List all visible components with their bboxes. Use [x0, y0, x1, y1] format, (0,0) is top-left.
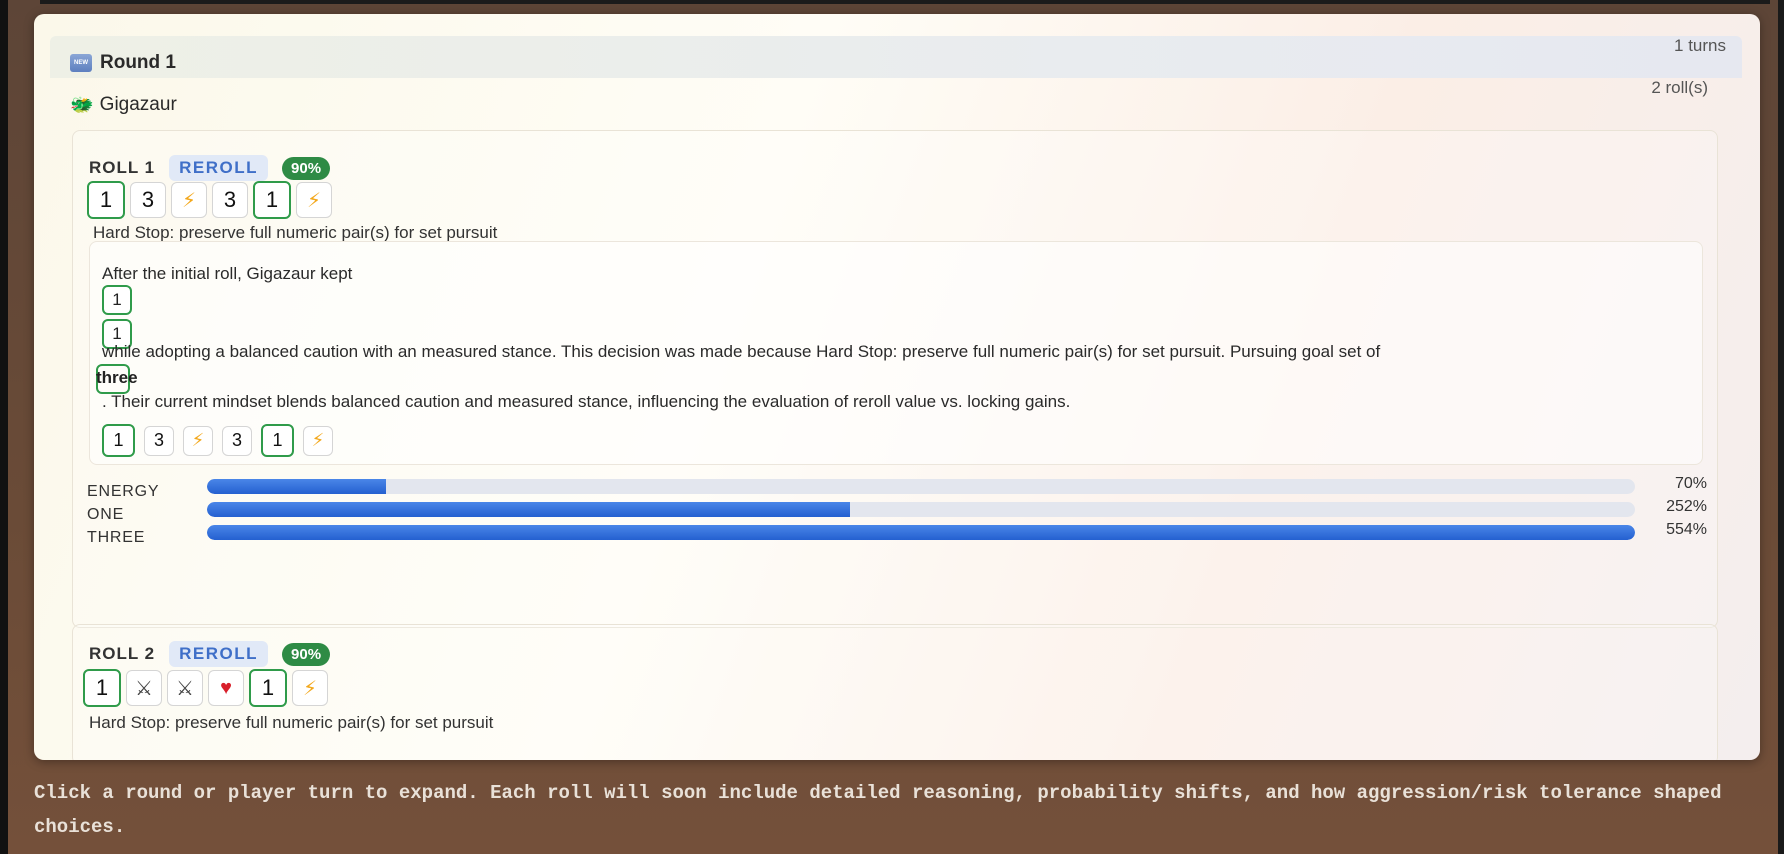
action-badge: REROLL: [169, 155, 269, 181]
die-kept: 1: [261, 424, 294, 457]
round-header[interactable]: [50, 36, 1742, 78]
energy-icon: ⚡: [171, 182, 207, 218]
round-panel: NEW Round 1 1 turns 🐲 Gigazaur 2 roll(s)…: [34, 14, 1760, 760]
kept-die: 1: [102, 285, 132, 315]
rolls-count: 2 roll(s): [1651, 78, 1708, 97]
roll-reason: Hard Stop: preserve full numeric pair(s)…: [93, 223, 498, 242]
round-title-label: Round 1: [100, 52, 176, 73]
dice-row: 1 3 ⚡ 3 1 ⚡: [87, 181, 332, 219]
die: 3: [130, 182, 166, 218]
energy-icon: ⚡: [296, 182, 332, 218]
die-kept: 1: [249, 669, 287, 707]
probability-fill: [207, 502, 850, 517]
dragon-icon: 🐲: [70, 94, 94, 116]
new-badge-icon: NEW: [70, 54, 92, 72]
roll-label: ROLL 1: [89, 158, 156, 177]
die-kept: 1: [102, 424, 135, 457]
energy-icon: ⚡: [183, 425, 213, 456]
probability-row: THREE 554%: [87, 521, 1707, 548]
window-frame-right: [1778, 0, 1784, 854]
probability-value: 70%: [1674, 475, 1707, 492]
roll-reason: Hard Stop: preserve full numeric pair(s)…: [89, 713, 494, 732]
probability-fill: [207, 525, 1635, 540]
player-turn-header[interactable]: 🐲 Gigazaur: [70, 94, 177, 116]
probability-fill: [207, 479, 386, 494]
explanation-dice-row: 1 3 ⚡ 3 1 ⚡: [102, 424, 333, 457]
roll-header: ROLL 1 REROLL 90%: [89, 155, 331, 181]
roll-card[interactable]: ROLL 1 REROLL 90% 1 3 ⚡ 3 1 ⚡ Hard Stop:…: [72, 130, 1718, 628]
explanation-conclusion: . Their current mindset blends balanced …: [102, 392, 1071, 411]
confidence-badge: 90%: [282, 156, 331, 180]
roll-header: ROLL 2 REROLL 90%: [89, 641, 331, 667]
dice-row: 1 ⚔ ⚔ ♥ 1 ⚡: [83, 669, 328, 707]
energy-icon: ⚡: [292, 670, 328, 706]
probability-bars: ENERGY 70% ONE 252% THREE 554%: [87, 475, 1707, 548]
die-kept: 1: [83, 669, 121, 707]
explanation-intro: After the initial roll, Gigazaur kept: [102, 264, 353, 283]
heart-icon: ♥: [208, 670, 244, 706]
roll-label: ROLL 2: [89, 644, 156, 663]
probability-value: 252%: [1666, 498, 1707, 515]
probability-label: ENERGY: [87, 483, 160, 500]
probability-track: [207, 525, 1635, 540]
die: 3: [144, 425, 174, 456]
probability-track: [207, 479, 1635, 494]
die: 3: [222, 425, 252, 456]
energy-icon: ⚡: [303, 425, 333, 456]
top-divider: [40, 0, 1770, 4]
roll-card[interactable]: ROLL 2 REROLL 90% 1 ⚔ ⚔ ♥ 1 ⚡ Hard Stop:…: [72, 624, 1718, 760]
probability-row: ONE 252%: [87, 498, 1707, 525]
die-kept: 1: [253, 181, 291, 219]
player-name: Gigazaur: [99, 94, 177, 115]
window-frame-left: [0, 0, 8, 854]
goal-value: three: [96, 368, 138, 387]
probability-label: ONE: [87, 506, 125, 523]
help-text: Click a round or player turn to expand. …: [34, 782, 1722, 838]
probability-track: [207, 502, 1635, 517]
probability-value: 554%: [1666, 521, 1707, 538]
swords-icon: ⚔: [126, 670, 162, 706]
probability-label: THREE: [87, 529, 146, 546]
action-badge: REROLL: [169, 641, 269, 667]
die-kept: 1: [87, 181, 125, 219]
swords-icon: ⚔: [167, 670, 203, 706]
confidence-badge: 90%: [282, 642, 331, 666]
roll-explanation: After the initial roll, Gigazaur kept 1 …: [89, 241, 1703, 465]
turns-count: 1 turns: [1674, 36, 1726, 55]
round-title[interactable]: NEW Round 1: [70, 52, 176, 74]
explanation-body: while adopting a balanced caution with a…: [102, 342, 1381, 361]
die: 3: [212, 182, 248, 218]
probability-row: ENERGY 70%: [87, 475, 1707, 502]
